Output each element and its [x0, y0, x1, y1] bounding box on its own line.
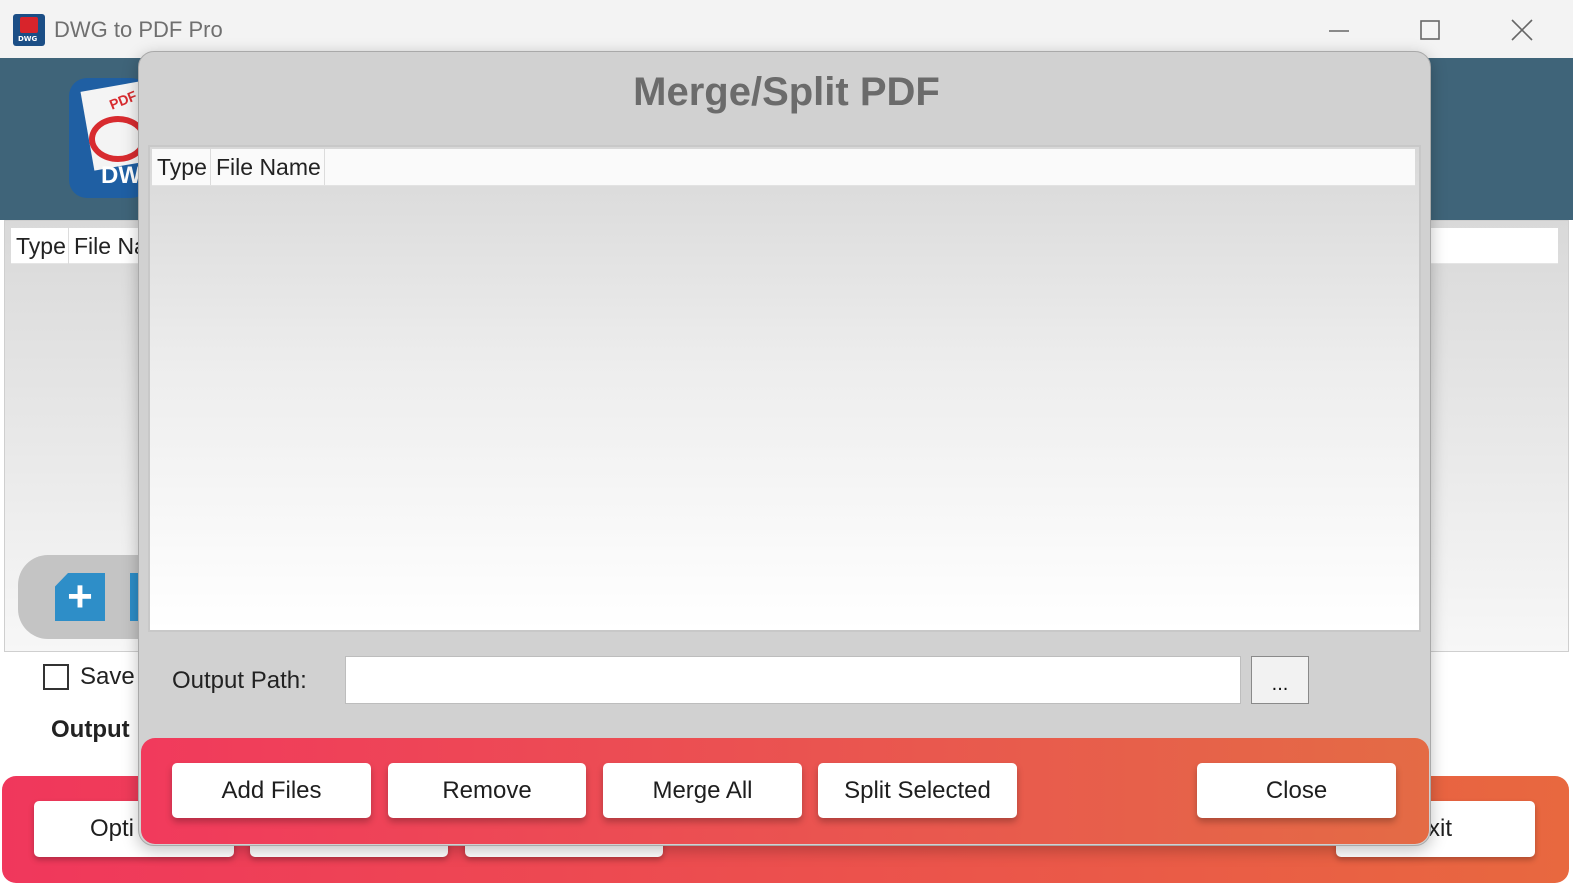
dialog-file-list[interactable]	[148, 145, 1421, 632]
dialog-list-header: Type File Name	[152, 149, 1415, 186]
browse-button[interactable]: ...	[1251, 656, 1309, 704]
window-title: DWG to PDF Pro	[54, 17, 223, 42]
output-path-label: Output Path:	[172, 667, 307, 694]
save-label: Save	[80, 663, 135, 690]
split-selected-button[interactable]: Split Selected	[818, 763, 1017, 818]
add-files-button[interactable]: Add Files	[172, 763, 371, 818]
output-path-input[interactable]	[345, 656, 1241, 704]
add-file-icon[interactable]: +	[55, 573, 105, 621]
remove-button[interactable]: Remove	[388, 763, 586, 818]
output-label: Output	[51, 716, 130, 743]
minimize-icon[interactable]	[1316, 14, 1362, 46]
dialog-title: Merge/Split PDF	[633, 70, 940, 114]
dialog-column-type[interactable]: Type	[152, 149, 211, 185]
main-column-type[interactable]: Type	[11, 228, 69, 264]
dialog-column-file-name[interactable]: File Name	[211, 149, 325, 185]
options-button-label: Opti	[90, 815, 135, 842]
save-checkbox[interactable]	[43, 664, 69, 690]
close-icon[interactable]	[1499, 14, 1545, 46]
maximize-icon[interactable]	[1407, 14, 1453, 46]
app-icon: DWG	[13, 14, 45, 46]
logo-dwg-text: DW	[101, 162, 141, 189]
exit-button-label: xit	[1428, 815, 1452, 842]
merge-all-button[interactable]: Merge All	[603, 763, 802, 818]
close-button[interactable]: Close	[1197, 763, 1396, 818]
